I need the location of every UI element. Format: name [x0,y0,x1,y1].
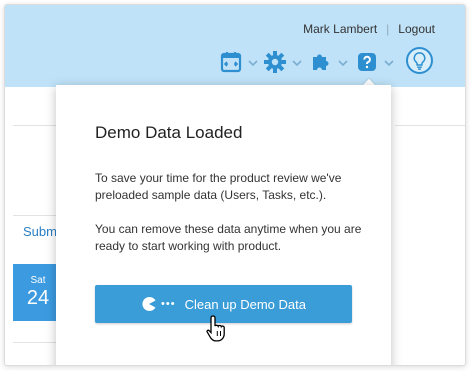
gear-icon[interactable] [263,50,287,74]
chevron-down-icon[interactable] [384,58,394,68]
divider [395,125,465,126]
dots-icon: ••• [161,298,176,310]
chevron-down-icon[interactable] [292,58,302,68]
popup-title: Demo Data Loaded [95,123,243,142]
lightbulb-button[interactable] [406,47,433,74]
user-bar-separator: | [386,22,390,36]
app-window: Mark Lambert | Logout Subm Sat 24 Demo D… [4,4,466,366]
submit-tab[interactable]: Subm [23,224,57,239]
clean-up-button-label: Clean up Demo Data [184,296,306,312]
popup-paragraph-2: You can remove these data anytime when y… [95,222,362,253]
lightbulb-icon [413,52,426,70]
popup-paragraph-1: To save your time for the product review… [95,171,342,202]
user-name[interactable]: Mark Lambert [303,22,377,36]
chevron-down-icon[interactable] [338,58,348,68]
chevron-down-icon[interactable] [248,58,258,68]
logout-link[interactable]: Logout [398,22,435,36]
puzzle-icon[interactable] [309,50,333,74]
help-icon[interactable] [355,50,379,74]
user-bar: Mark Lambert | Logout [303,22,435,36]
calendar-icon[interactable] [219,50,243,74]
pacman-icon [142,297,156,311]
hand-cursor-icon [206,315,225,342]
top-header: Mark Lambert | Logout [5,5,465,87]
